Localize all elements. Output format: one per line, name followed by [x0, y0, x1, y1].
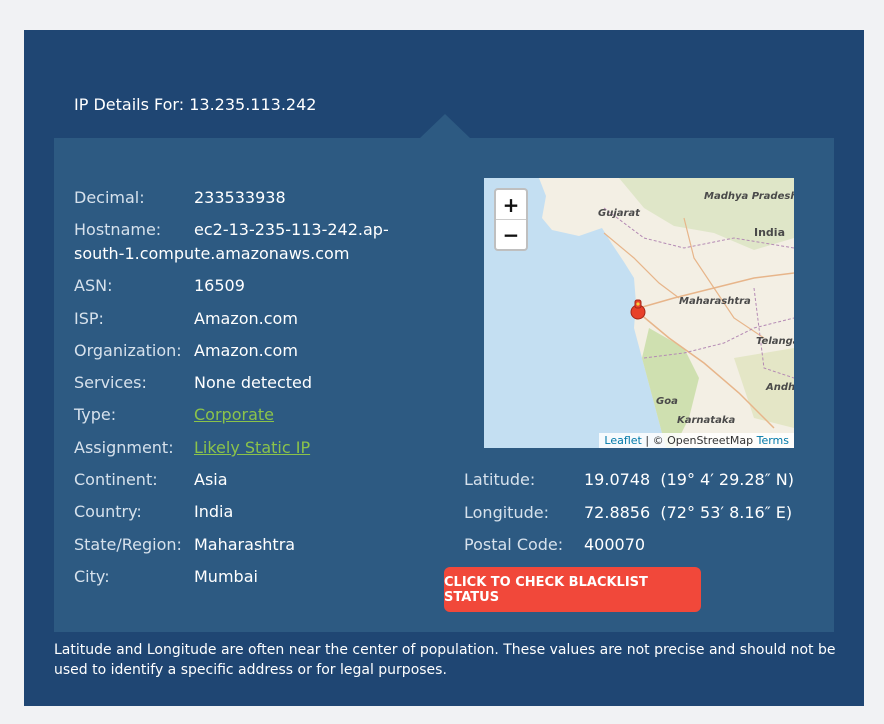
map-attribution: Leaflet | © OpenStreetMap Terms: [599, 433, 794, 448]
map-label: Madhya Pradesh: [704, 191, 794, 202]
map-label: Telangana: [756, 336, 794, 347]
location-map[interactable]: Gujarat Madhya Pradesh India Maharashtra…: [484, 178, 794, 448]
detail-value: Amazon.com: [194, 309, 298, 328]
detail-label: City:: [74, 567, 110, 586]
detail-value: Amazon.com: [194, 341, 298, 360]
detail-value: Maharashtra: [194, 535, 296, 554]
ip-details-card: IP Details For: 13.235.113.242 Decimal: …: [24, 30, 864, 706]
zoom-in-button[interactable]: +: [496, 190, 526, 219]
map-label: India: [754, 226, 785, 239]
detail-label: Type:: [74, 405, 117, 424]
detail-value: 16509: [194, 276, 245, 295]
detail-value: Asia: [194, 470, 228, 489]
detail-value: India: [194, 502, 234, 521]
zoom-out-button[interactable]: −: [496, 220, 526, 249]
detail-label: Assignment:: [74, 438, 174, 457]
leaflet-link[interactable]: Leaflet: [604, 434, 641, 447]
detail-value: None detected: [194, 373, 313, 392]
details-panel: Decimal: 233533938 Hostname: ec2-13-235-…: [54, 138, 834, 632]
geo-value: 400070: [584, 535, 646, 554]
detail-value-continued: south-1.compute.amazonaws.com: [74, 244, 350, 263]
detail-label: ISP:: [74, 309, 104, 328]
detail-value: 233533938: [194, 188, 286, 207]
detail-label: State/Region:: [74, 535, 182, 554]
detail-label: ASN:: [74, 276, 113, 295]
detail-label: Hostname:: [74, 220, 162, 239]
map-label: Andhra: [766, 382, 794, 393]
map-label: Maharashtra: [679, 296, 751, 307]
panel-notch: [420, 114, 470, 138]
page-title: IP Details For: 13.235.113.242: [74, 95, 317, 114]
detail-label: Decimal:: [74, 188, 145, 207]
map-label: Karnataka: [677, 415, 736, 426]
check-blacklist-button[interactable]: CLICK TO CHECK BLACKLIST STATUS: [444, 567, 701, 612]
detail-label: Organization:: [74, 341, 182, 360]
zoom-control: + −: [494, 188, 528, 251]
osm-attribution: | © OpenStreetMap: [645, 434, 754, 447]
detail-label: Services:: [74, 373, 147, 392]
map-label: Gujarat: [598, 208, 640, 219]
detail-value: Mumbai: [194, 567, 258, 586]
detail-label: Continent:: [74, 470, 158, 489]
type-link[interactable]: Corporate: [194, 403, 274, 427]
map-label: Goa: [656, 396, 678, 407]
assignment-link[interactable]: Likely Static IP: [194, 436, 310, 460]
detail-value: ec2-13-235-113-242.ap-: [194, 220, 389, 239]
geo-label: Latitude:: [464, 470, 536, 489]
detail-label: Country:: [74, 502, 142, 521]
geo-label: Longitude:: [464, 503, 549, 522]
geo-label: Postal Code:: [464, 535, 564, 554]
geo-value: 19.0748 (19° 4′ 29.28″ N): [584, 470, 794, 489]
terms-link[interactable]: Terms: [757, 434, 789, 447]
disclaimer-note: Latitude and Longitude are often near th…: [54, 642, 836, 678]
geo-value: 72.8856 (72° 53′ 8.16″ E): [584, 503, 793, 522]
